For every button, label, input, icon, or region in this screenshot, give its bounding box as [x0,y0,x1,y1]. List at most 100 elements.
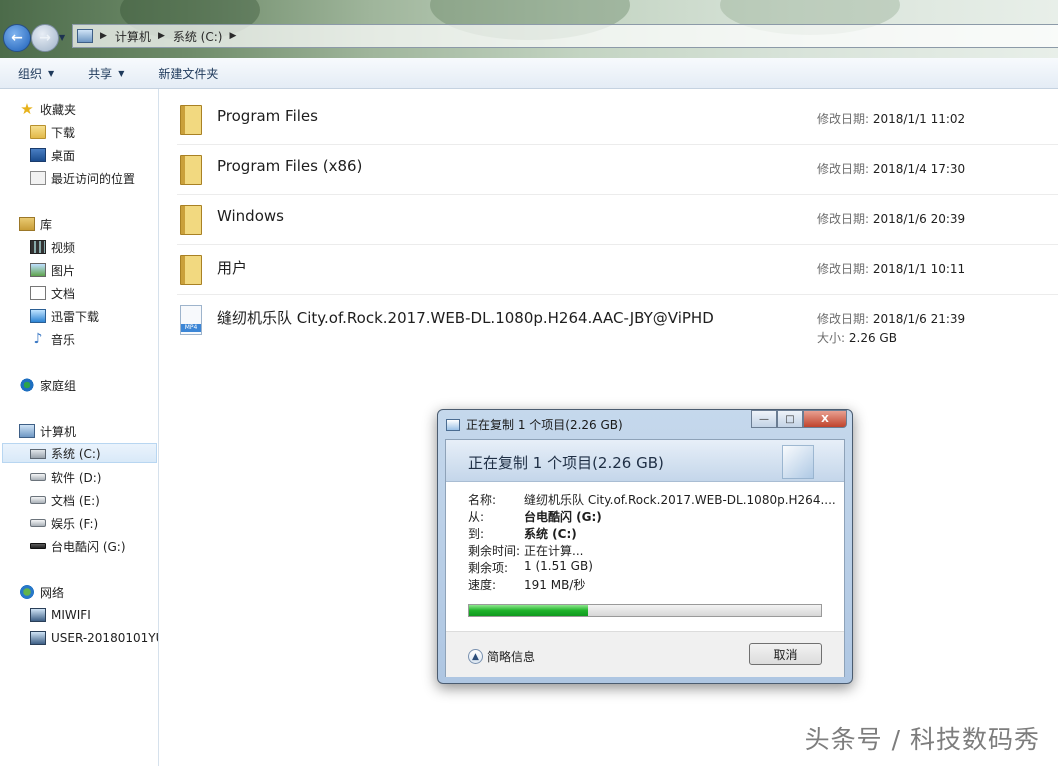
minimize-button[interactable]: — [751,410,777,428]
list-item[interactable]: Program Files 修改日期: 2018/1/1 11:02 [177,95,1058,145]
nav-item-drive-c[interactable]: 系统 (C:) [2,443,157,463]
nav-item-videos[interactable]: 视频 [30,237,75,257]
list-item[interactable]: 用户 修改日期: 2018/1/1 10:11 [177,245,1058,295]
video-library-icon [30,240,46,254]
recent-pages-dropdown[interactable]: ▼ [59,33,65,42]
list-item[interactable]: MP4 缝纫机乐队 City.of.Rock.2017.WEB-DL.1080p… [177,295,1058,349]
nav-label: 视频 [51,240,76,255]
nav-label: USER-20180101YU [51,631,159,645]
network-computer-icon [30,608,46,622]
command-toolbar: 组织 ▼ 共享 ▼ 新建文件夹 [0,58,1058,89]
nav-item-drive-e[interactable]: 文档 (E:) [30,490,100,510]
dialog-footer: ▲ 简略信息 取消 [446,631,844,677]
nav-item-drive-d[interactable]: 软件 (D:) [30,467,101,487]
computer-icon [19,424,35,438]
nav-favorites[interactable]: ★ 收藏夹 [19,99,76,119]
nav-homegroup[interactable]: 家庭组 [19,375,76,395]
nav-label: 库 [40,217,53,232]
cancel-button[interactable]: 取消 [749,643,822,665]
detail-value: 台电酷闪 (G:) [524,510,602,524]
copy-progress-dialog[interactable]: 正在复制 1 个项目(2.26 GB) — □ X 正在复制 1 个项目(2.2… [437,409,853,684]
navigation-pane[interactable]: ★ 收藏夹 下载 桌面 最近访问的位置 库 视频 图片 文档 迅雷下载 ♪ 音乐… [0,89,159,766]
organize-label: 组织 [18,66,43,81]
nav-item-drive-g[interactable]: 台电酷闪 (G:) [30,536,126,556]
close-button[interactable]: X [803,410,847,428]
folder-icon [180,105,202,135]
modified-date-label: 修改日期: [817,112,870,126]
detail-row: 剩余项: 1 (1.51 GB) [468,559,836,576]
nav-item-user-pc[interactable]: USER-20180101YU [30,628,159,648]
nav-item-downloads[interactable]: 下载 [30,122,75,142]
address-input[interactable]: ▶ 计算机 ▶ 系统 (C:) ▶ [72,24,1058,48]
less-info-label: 简略信息 [487,650,536,664]
window-controls: — □ X [751,410,847,428]
file-name: 缝纫机乐队 City.of.Rock.2017.WEB-DL.1080p.H26… [217,309,714,327]
modified-date-value: 2018/1/6 20:39 [872,212,966,226]
nav-item-music[interactable]: ♪ 音乐 [30,329,75,349]
chevron-down-icon: ▼ [59,33,66,42]
less-info-toggle[interactable]: ▲ 简略信息 [468,648,535,665]
nav-item-pictures[interactable]: 图片 [30,260,75,280]
maximize-button[interactable]: □ [777,410,803,428]
modified-date-label: 修改日期: [817,162,870,176]
organize-button[interactable]: 组织 ▼ [0,65,70,82]
chevron-right-icon[interactable]: ▶ [100,31,107,41]
new-folder-label: 新建文件夹 [158,66,219,81]
modified-date-value: 2018/1/1 11:02 [872,112,966,126]
nav-network[interactable]: 网络 [19,582,64,602]
chevron-right-icon[interactable]: ▶ [158,31,165,41]
nav-item-drive-f[interactable]: 娱乐 (F:) [30,513,98,533]
nav-item-xunlei[interactable]: 迅雷下载 [30,306,99,326]
forward-button[interactable]: → [31,24,59,52]
detail-value: 正在计算... [524,544,584,558]
mp4-file-icon: MP4 [180,305,202,335]
dialog-body: 正在复制 1 个项目(2.26 GB) 名称: 缝纫机乐队 City.of.Roc… [445,439,845,677]
watermark-text: 头条号 / 科技数码秀 [804,725,1040,754]
back-button[interactable]: ← [3,24,31,52]
arrow-right-icon: → [39,30,51,46]
breadcrumb-system-drive[interactable]: 系统 (C:) [173,28,223,45]
download-folder-icon [30,125,46,139]
recent-places-icon [30,171,46,185]
close-icon: X [821,413,829,425]
copy-icon [446,418,460,431]
nav-item-desktop[interactable]: 桌面 [30,145,75,165]
nav-label: 网络 [40,585,65,600]
network-computer-icon [30,631,46,645]
nav-label: 台电酷闪 (G:) [51,539,126,554]
nav-item-recent-places[interactable]: 最近访问的位置 [30,168,135,188]
dialog-titlebar[interactable]: 正在复制 1 个项目(2.26 GB) [446,416,623,433]
breadcrumb-computer[interactable]: 计算机 [115,28,151,45]
desktop-icon [30,148,46,162]
modified-date-label: 修改日期: [817,262,870,276]
nav-item-documents[interactable]: 文档 [30,283,75,303]
hard-drive-icon [30,473,46,481]
new-folder-button[interactable]: 新建文件夹 [140,65,234,82]
share-button[interactable]: 共享 ▼ [70,65,140,82]
file-size: 大小: 2.26 GB [817,329,897,346]
hard-drive-icon [30,519,46,527]
dialog-heading: 正在复制 1 个项目(2.26 GB) [468,454,664,472]
nav-label: 图片 [51,263,76,278]
list-item[interactable]: Program Files (x86) 修改日期: 2018/1/4 17:30 [177,145,1058,195]
folder-icon [180,255,202,285]
list-item[interactable]: Windows 修改日期: 2018/1/6 20:39 [177,195,1058,245]
detail-row: 速度: 191 MB/秒 [468,576,836,593]
nav-libraries[interactable]: 库 [19,214,52,234]
nav-computer[interactable]: 计算机 [19,421,76,441]
copy-art-icon [782,445,814,479]
chevron-right-icon[interactable]: ▶ [229,31,236,41]
nav-label: 文档 [51,286,76,301]
detail-value: 1 (1.51 GB) [524,559,593,573]
file-name: 用户 [217,259,248,277]
nav-label: 家庭组 [40,378,77,393]
copy-details: 名称: 缝纫机乐队 City.of.Rock.2017.WEB-DL.1080p.… [468,491,836,593]
nav-label: 音乐 [51,332,76,347]
modified-date: 修改日期: 2018/1/1 11:02 [817,110,965,127]
nav-item-miwifi[interactable]: MIWIFI [30,605,91,625]
picture-library-icon [30,263,46,277]
caret-down-icon: ▼ [118,68,125,78]
nav-label: 计算机 [40,424,77,439]
nav-label: 系统 (C:) [51,446,101,461]
file-size-value: 2.26 GB [848,331,897,345]
